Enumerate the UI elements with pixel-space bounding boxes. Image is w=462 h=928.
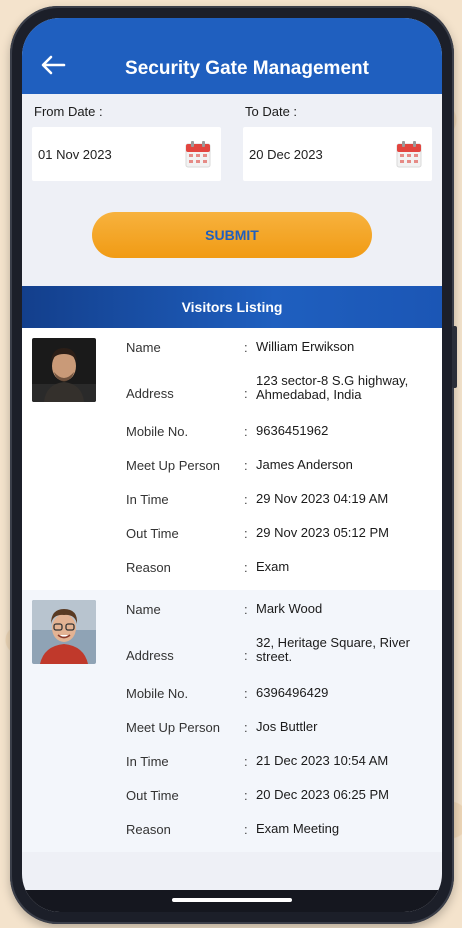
in-time-label: In Time: [126, 492, 169, 507]
separator: :: [244, 754, 248, 769]
separator: :: [244, 720, 248, 735]
visitor-name-value: William Erwikson: [256, 339, 355, 354]
visitor-name-row: Name : William Erwikson: [126, 338, 432, 372]
visitor-reason-value: Exam Meeting: [256, 821, 340, 836]
meet-label: Meet Up Person: [126, 720, 220, 735]
from-date-label: From Date :: [34, 104, 103, 119]
separator: :: [244, 788, 248, 803]
calendar-icon[interactable]: [396, 140, 422, 168]
submit-area: SUBMIT: [22, 186, 442, 266]
to-date-field[interactable]: 20 Dec 2023: [243, 127, 432, 181]
visitor-out-time-row: Out Time : 29 Nov 2023 05:12 PM: [126, 524, 432, 558]
visitor-address-value: 32, Heritage Square, River street.: [256, 635, 410, 664]
separator: :: [244, 560, 248, 575]
reason-label: Reason: [126, 560, 171, 575]
separator: :: [244, 492, 248, 507]
out-time-label: Out Time: [126, 526, 179, 541]
date-filter-panel: From Date : 01 Nov 2023 To Date: 20 Dec…: [22, 94, 442, 186]
app-screen: Security Gate Management From Date : 01 …: [22, 18, 442, 912]
visitor-address-value: 123 sector-8 S.G highway, Ahmedabad, Ind…: [256, 373, 409, 402]
from-date-value: 01 Nov 2023: [38, 146, 112, 162]
meet-label: Meet Up Person: [126, 458, 220, 473]
to-date-group: To Date : 20 Dec 2023: [243, 104, 432, 186]
in-time-label: In Time: [126, 754, 169, 769]
separator: :: [244, 340, 248, 355]
visitor-card[interactable]: Name : William Erwikson Address : 123 se…: [22, 328, 442, 590]
separator: :: [244, 424, 248, 439]
separator: :: [244, 686, 248, 701]
visitor-mobile-value: 9636451962: [256, 423, 329, 438]
back-arrow-icon[interactable]: [40, 54, 66, 76]
visitor-details: Name : William Erwikson Address : 123 se…: [126, 338, 432, 582]
separator: :: [244, 386, 248, 401]
visitor-in-time-row: In Time : 21 Dec 2023 10:54 AM: [126, 752, 432, 786]
visitor-avatar-photo: [32, 338, 96, 402]
separator: :: [244, 602, 248, 617]
calendar-icon[interactable]: [185, 140, 211, 168]
page-title: Security Gate Management: [125, 58, 369, 79]
reason-label: Reason: [126, 822, 171, 837]
from-date-group: From Date : 01 Nov 2023: [32, 104, 221, 186]
visitor-mobile-row: Mobile No. : 9636451962: [126, 422, 432, 456]
visitor-address-row: Address : 123 sector-8 S.G highway, Ahme…: [126, 372, 432, 422]
to-date-label: To Date :: [245, 104, 298, 119]
visitor-name-row: Name : Mark Wood: [126, 600, 432, 634]
out-time-label: Out Time: [126, 788, 179, 803]
visitor-out-time-value: 20 Dec 2023 06:25 PM: [256, 787, 389, 802]
address-label: Address: [126, 648, 174, 663]
phone-side-button: [452, 326, 457, 388]
visitor-avatar-photo: [32, 600, 96, 664]
mobile-label: Mobile No.: [126, 424, 189, 439]
visitor-meet-value: James Anderson: [256, 457, 353, 472]
app-bar: Security Gate Management: [22, 18, 442, 94]
visitor-reason-row: Reason : Exam Meeting: [126, 820, 432, 854]
home-indicator[interactable]: [172, 898, 292, 902]
visitor-in-time-row: In Time : 29 Nov 2023 04:19 AM: [126, 490, 432, 524]
separator: :: [244, 648, 248, 663]
mobile-label: Mobile No.: [126, 686, 189, 701]
visitor-in-time-value: 21 Dec 2023 10:54 AM: [256, 753, 389, 768]
separator: :: [244, 458, 248, 473]
visitor-in-time-value: 29 Nov 2023 04:19 AM: [256, 491, 389, 506]
visitor-out-time-value: 29 Nov 2023 05:12 PM: [256, 525, 389, 540]
visitor-meet-row: Meet Up Person : James Anderson: [126, 456, 432, 490]
visitor-details: Name : Mark Wood Address : 32, Heritage …: [126, 600, 432, 844]
address-label: Address: [126, 386, 174, 401]
name-label: Name: [126, 340, 161, 355]
visitor-mobile-row: Mobile No. : 6396496429: [126, 684, 432, 718]
visitor-reason-row: Reason : Exam: [126, 558, 432, 592]
separator: :: [244, 822, 248, 837]
visitor-reason-value: Exam: [256, 559, 290, 574]
visitor-out-time-row: Out Time : 20 Dec 2023 06:25 PM: [126, 786, 432, 820]
to-date-value: 20 Dec 2023: [249, 146, 323, 162]
visitor-card[interactable]: Name : Mark Wood Address : 32, Heritage …: [22, 590, 442, 852]
visitor-mobile-value: 6396496429: [256, 685, 329, 700]
name-label: Name: [126, 602, 161, 617]
visitor-name-value: Mark Wood: [256, 601, 323, 616]
visitor-meet-row: Meet Up Person : Jos Buttler: [126, 718, 432, 752]
from-date-field[interactable]: 01 Nov 2023: [32, 127, 221, 181]
phone-frame: Security Gate Management From Date : 01 …: [10, 6, 457, 924]
visitor-address-row: Address : 32, Heritage Square, River str…: [126, 634, 432, 684]
visitor-meet-value: Jos Buttler: [256, 719, 318, 734]
visitors-listing-header: Visitors Listing: [22, 286, 442, 328]
submit-button[interactable]: SUBMIT: [92, 212, 372, 258]
separator: :: [244, 526, 248, 541]
